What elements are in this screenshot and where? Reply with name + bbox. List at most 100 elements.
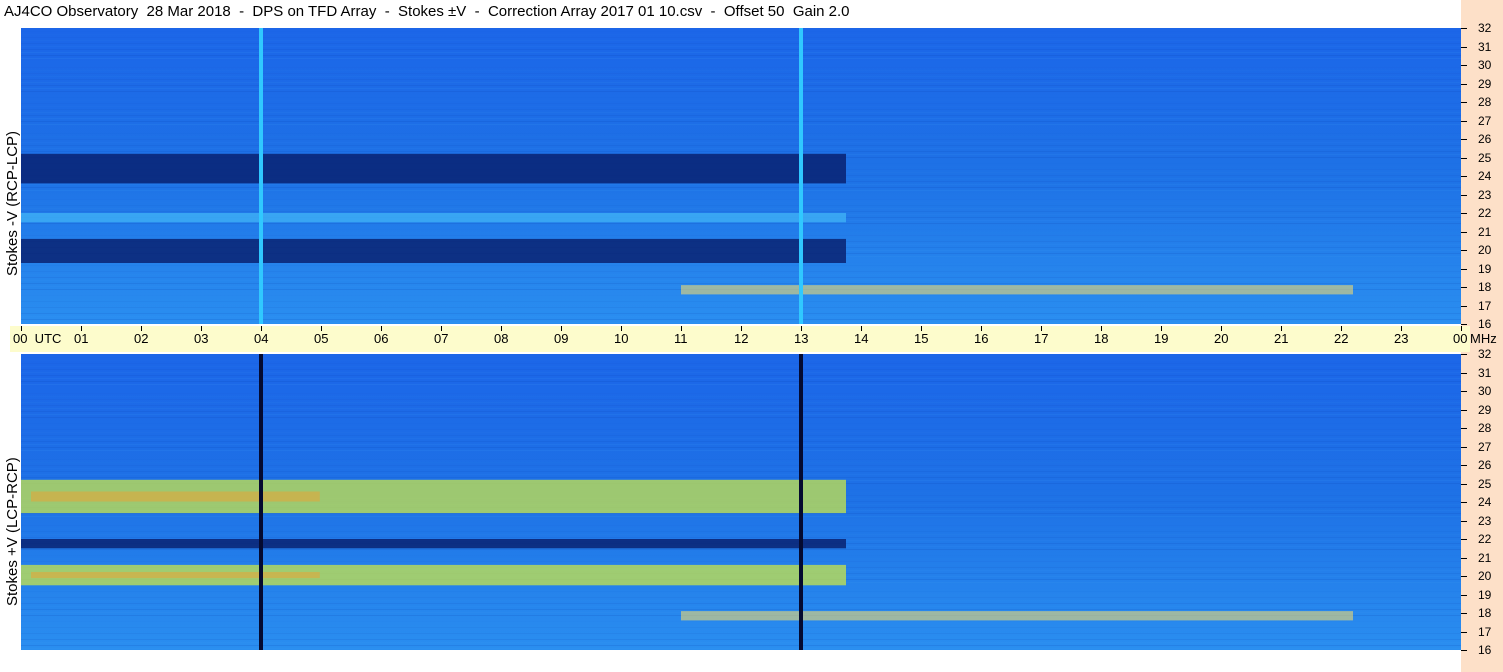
frequency-tick-label: 23 — [1478, 187, 1492, 202]
texture-line — [21, 64, 1461, 65]
frequency-tick-mark — [1461, 268, 1467, 270]
time-tick-label: 13 — [794, 331, 809, 346]
time-marker-line — [259, 28, 263, 324]
texture-line — [21, 531, 1461, 532]
texture-line — [21, 435, 1461, 436]
texture-line — [21, 357, 1461, 358]
texture-line — [21, 417, 1461, 418]
frequency-tick-mark — [1461, 613, 1467, 614]
interference — [681, 611, 1353, 621]
frequency-tick-label: 20 — [1478, 243, 1492, 257]
texture-line — [21, 411, 1461, 412]
texture-line — [21, 121, 1461, 122]
texture-line — [21, 471, 1461, 472]
texture-line — [21, 549, 1461, 550]
texture-line — [21, 378, 1461, 379]
texture-line — [21, 429, 1461, 430]
time-tick-label: 17 — [1034, 331, 1049, 346]
texture-line — [21, 37, 1461, 38]
frequency-tick-label: 22 — [1478, 532, 1492, 546]
texture-line — [21, 390, 1461, 391]
time-tick-label: 02 — [134, 331, 149, 346]
texture-line — [21, 76, 1461, 77]
texture-line — [21, 34, 1461, 35]
texture-line — [21, 624, 1461, 625]
frequency-tick-label: 25 — [1478, 476, 1492, 491]
texture-line — [21, 561, 1461, 562]
texture-line — [21, 85, 1461, 86]
texture-line — [21, 58, 1461, 59]
time-tick-label: 19 — [1154, 331, 1169, 346]
texture-line — [21, 187, 1461, 188]
dark-band — [21, 238, 846, 263]
texture-line — [21, 322, 1461, 323]
texture-line — [21, 597, 1461, 598]
texture-line — [21, 408, 1461, 409]
texture-line — [21, 444, 1461, 445]
texture-line — [21, 522, 1461, 523]
time-tick-label: 15 — [914, 331, 929, 346]
texture-line — [21, 426, 1461, 427]
texture-line — [21, 82, 1461, 83]
time-tick-label: 20 — [1214, 331, 1229, 346]
frequency-tick-label: 30 — [1478, 58, 1492, 72]
frequency-tick-label: 21 — [1478, 224, 1492, 239]
frequency-tick-mark — [1461, 650, 1467, 651]
frequency-tick-label: 31 — [1478, 365, 1492, 380]
top-spectrogram-svg — [21, 28, 1461, 324]
texture-line — [21, 528, 1461, 529]
texture-line — [21, 630, 1461, 631]
frequency-tick-label: 27 — [1478, 113, 1492, 128]
texture-line — [21, 88, 1461, 89]
texture-line — [21, 133, 1461, 134]
frequency-tick-label: 24 — [1478, 495, 1492, 509]
time-tick-label: 18 — [1094, 331, 1109, 346]
frequency-tick-mark — [1461, 102, 1467, 103]
time-marker-line — [799, 354, 803, 650]
texture-line — [21, 396, 1461, 397]
frequency-tick-mark — [1461, 250, 1467, 251]
time-marker-line — [259, 354, 263, 650]
frequency-tick-label: 19 — [1478, 587, 1492, 602]
time-marker-line — [799, 28, 803, 324]
texture-line — [21, 369, 1461, 370]
frequency-tick-mark — [1461, 631, 1467, 633]
texture-line — [21, 414, 1461, 415]
time-tick-label: 00 — [1453, 331, 1468, 346]
frequency-tick-label: 16 — [1478, 643, 1492, 657]
texture-line — [21, 229, 1461, 230]
frequency-tick-label: 22 — [1478, 206, 1492, 220]
frequency-tick-label: 21 — [1478, 550, 1492, 565]
texture-line — [21, 534, 1461, 535]
frequency-tick-label: 24 — [1478, 169, 1492, 183]
texture-line — [21, 600, 1461, 601]
texture-line — [21, 606, 1461, 607]
frequency-tick-label: 18 — [1478, 606, 1492, 620]
texture-line — [21, 301, 1461, 302]
frequency-tick-label: 28 — [1478, 95, 1492, 109]
texture-line — [21, 399, 1461, 400]
frequency-tick-label: 25 — [1478, 150, 1492, 165]
texture-line — [21, 558, 1461, 559]
frequency-tick-label: 19 — [1478, 261, 1492, 276]
interference — [681, 285, 1353, 295]
texture-line — [21, 223, 1461, 224]
texture-line — [21, 199, 1461, 200]
texture-line — [21, 468, 1461, 469]
time-tick-label: 23 — [1394, 331, 1409, 346]
time-tick-label: 09 — [554, 331, 569, 346]
texture-line — [21, 211, 1461, 212]
texture-line — [21, 525, 1461, 526]
frequency-tick-label: 27 — [1478, 439, 1492, 454]
frequency-tick-label: 17 — [1478, 624, 1492, 639]
chart-title: AJ4CO Observatory 28 Mar 2018 - DPS on T… — [4, 3, 850, 20]
texture-line — [21, 46, 1461, 47]
texture-line — [21, 184, 1461, 185]
frequency-tick-mark — [1461, 520, 1467, 522]
frequency-tick-mark — [1461, 65, 1467, 66]
texture-line — [21, 103, 1461, 104]
texture-line — [21, 130, 1461, 131]
dark-band — [21, 539, 846, 549]
texture-line — [21, 438, 1461, 439]
texture-line — [21, 238, 1461, 239]
